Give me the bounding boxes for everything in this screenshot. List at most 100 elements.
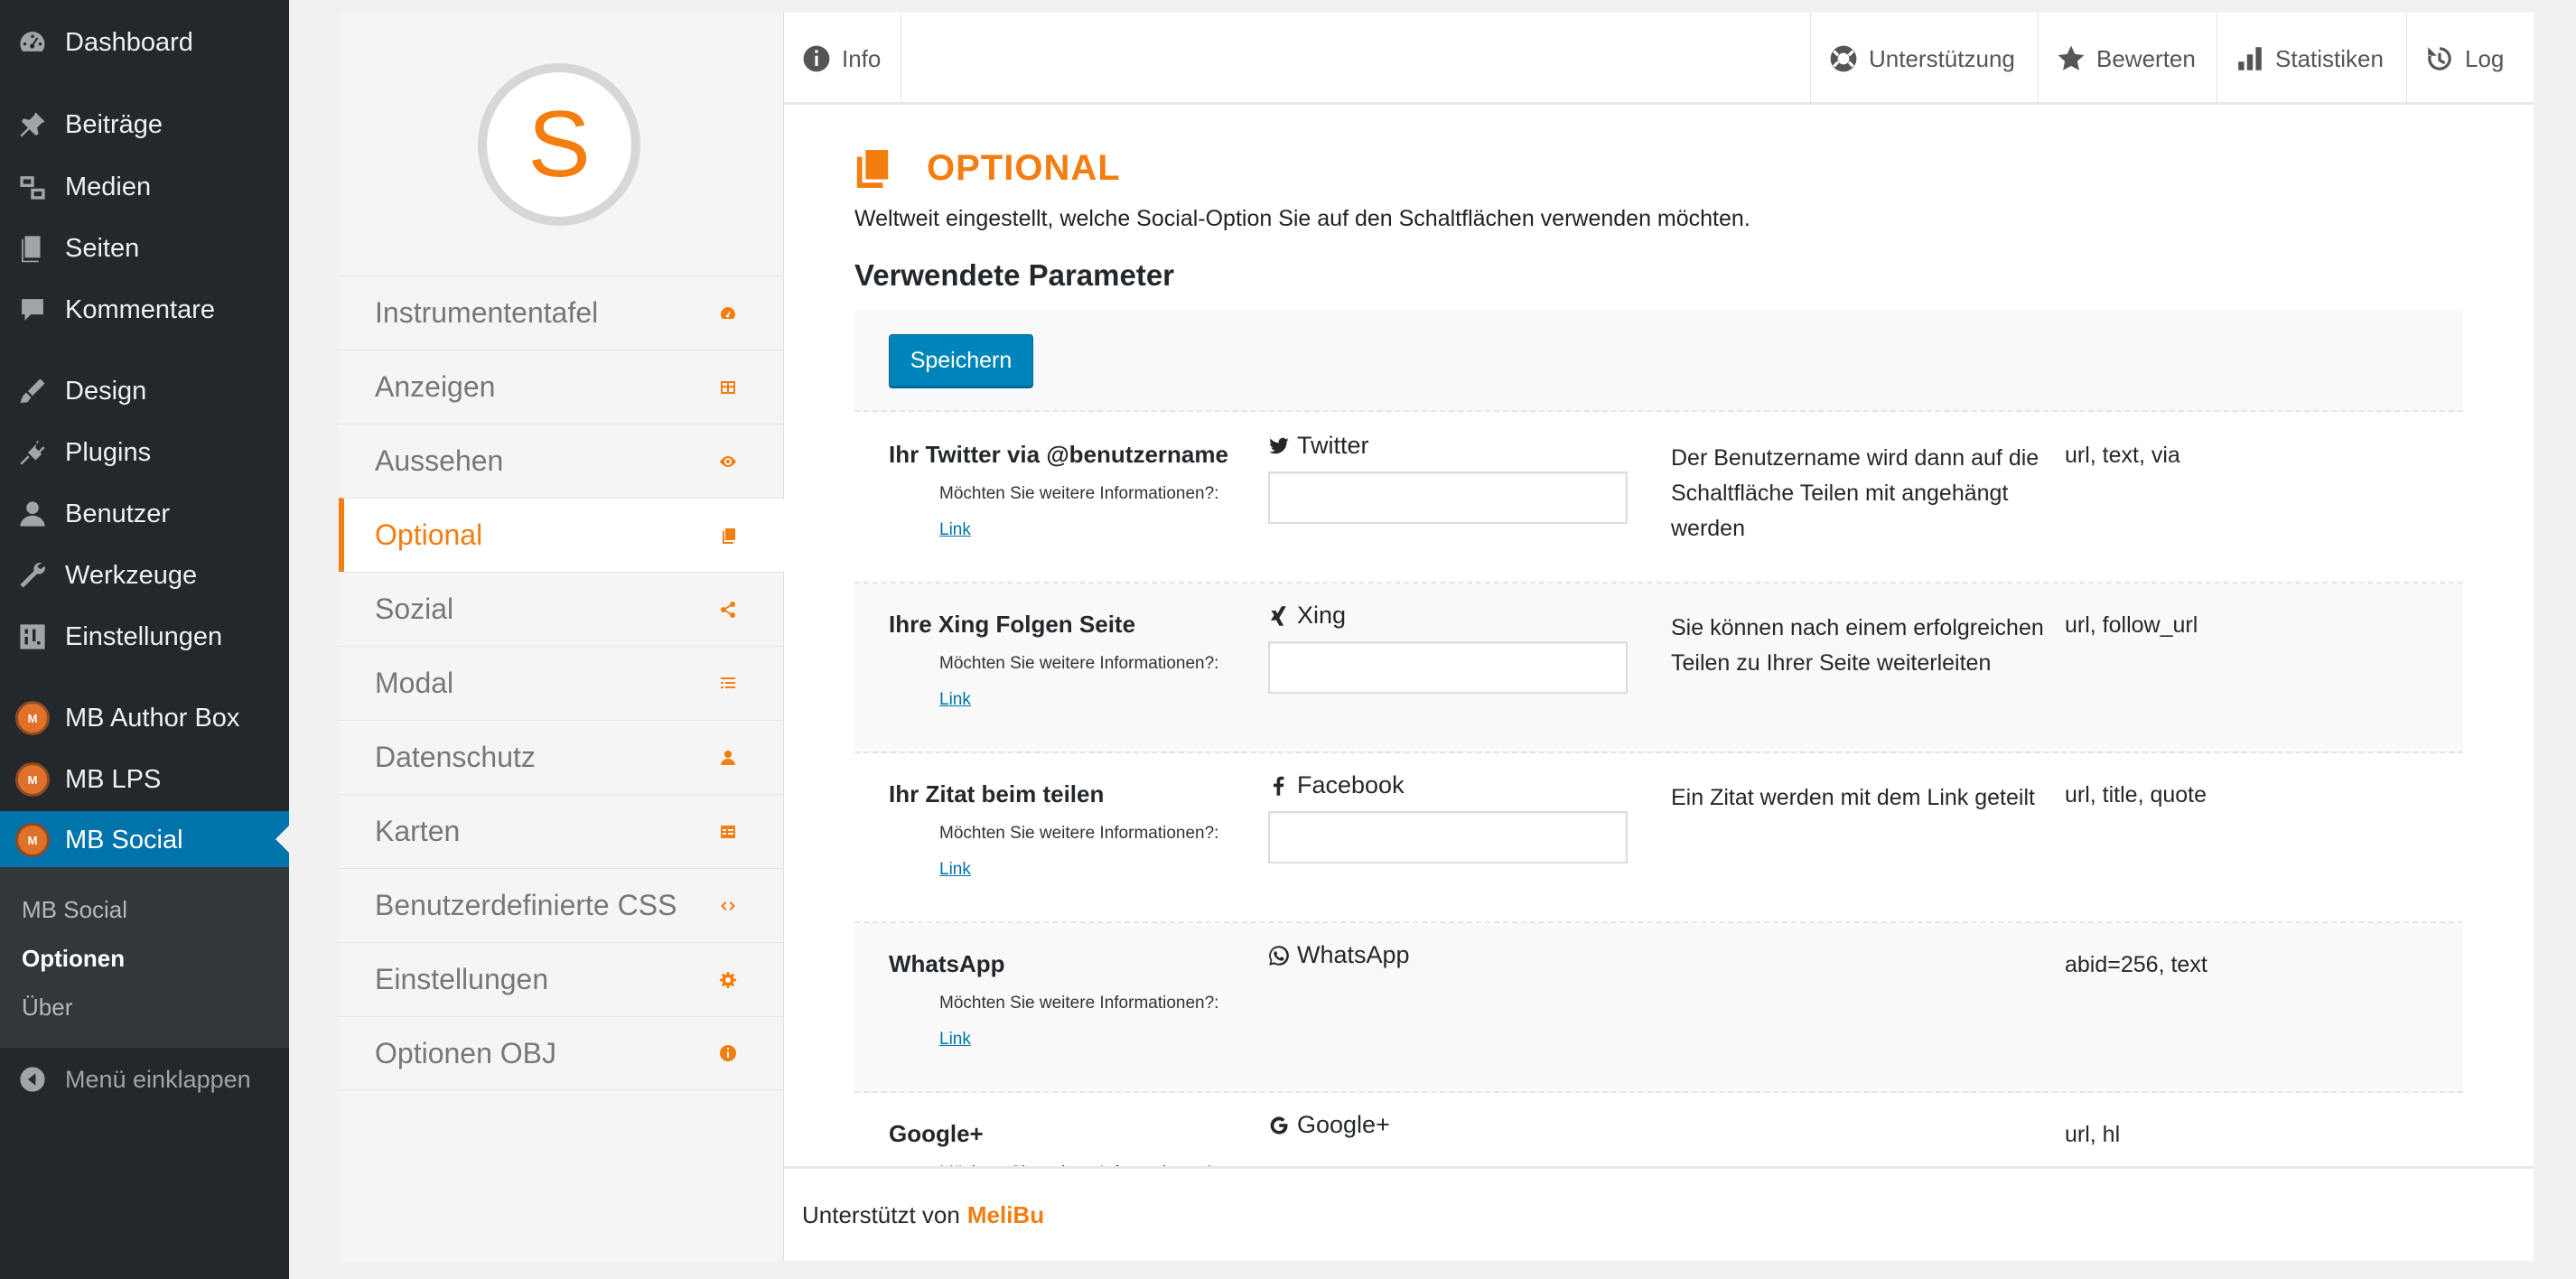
admin-menu-settings[interactable]: Einstellungen bbox=[0, 609, 289, 665]
network-label: Facebook bbox=[1268, 771, 1405, 799]
plugin-nav-label: Benutzerdefinierte CSS bbox=[375, 889, 677, 921]
bar-chart-icon bbox=[2238, 47, 2262, 70]
whatsapp-icon bbox=[1269, 945, 1289, 966]
param-row-twitter: Ihr Twitter via @benutzername Möchten Si… bbox=[854, 414, 2463, 583]
admin-menu-label: MB Social bbox=[65, 825, 183, 854]
submenu-mb-social[interactable]: MB Social bbox=[22, 896, 127, 924]
admin-menu-plugins[interactable]: Plugins bbox=[0, 425, 289, 481]
more-info-link[interactable]: Link bbox=[939, 1030, 971, 1050]
network-label: Xing bbox=[1268, 602, 1346, 630]
user-icon bbox=[721, 750, 735, 765]
network-label: Google+ bbox=[1268, 1111, 1390, 1139]
network-label: Twitter bbox=[1268, 432, 1369, 460]
admin-menu-label: Einstellungen bbox=[65, 621, 223, 651]
admin-menu-mb-lps[interactable]: M MB LPS bbox=[0, 752, 289, 808]
plugin-nav-datenschutz[interactable]: Datenschutz bbox=[339, 720, 784, 794]
admin-menu-design[interactable]: Design bbox=[0, 363, 289, 419]
plugin-nav-aussehen[interactable]: Aussehen bbox=[339, 424, 784, 498]
info-icon bbox=[720, 1045, 736, 1061]
param-list: abid=256, text bbox=[2065, 952, 2207, 977]
plugin-nav-optional[interactable]: Optional bbox=[339, 498, 785, 572]
collapse-menu-button[interactable]: Menü einklappen bbox=[0, 1051, 289, 1107]
plugin-sidebar: S Instrumententafel Anzeigen Aussehen Op… bbox=[339, 13, 785, 1261]
facebook-quote-input[interactable] bbox=[1268, 811, 1628, 864]
more-info-link[interactable]: Link bbox=[939, 860, 971, 880]
plugin-nav-sozial[interactable]: Sozial bbox=[339, 572, 784, 646]
admin-menu-dashboard[interactable]: Dashboard bbox=[0, 14, 289, 70]
main-content: OPTIONAL Weltweit eingestellt, welche So… bbox=[784, 105, 2534, 1180]
plugin-nav-label: Sozial bbox=[375, 593, 454, 625]
tab-info[interactable]: Info bbox=[784, 13, 902, 105]
param-list: url, follow_url bbox=[2065, 612, 2198, 638]
submenu-ueber[interactable]: Über bbox=[22, 994, 72, 1022]
admin-menu-media[interactable]: Medien bbox=[0, 159, 289, 215]
admin-menu-tools[interactable]: Werkzeuge bbox=[0, 547, 289, 603]
network-name: WhatsApp bbox=[1297, 941, 1410, 968]
pages-icon bbox=[15, 231, 50, 266]
plugin-nav-label: Datenschutz bbox=[375, 741, 536, 773]
history-icon bbox=[2428, 47, 2451, 70]
plugin-nav-anzeigen[interactable]: Anzeigen bbox=[339, 350, 784, 424]
plugin-nav-karten[interactable]: Karten bbox=[339, 794, 784, 868]
table-icon bbox=[721, 380, 735, 394]
network-name: Twitter bbox=[1297, 432, 1369, 459]
submenu-optionen[interactable]: Optionen bbox=[22, 945, 125, 973]
admin-menu-label: Werkzeuge bbox=[65, 560, 198, 590]
admin-menu-users[interactable]: Benutzer bbox=[0, 486, 289, 542]
footer-brand-link[interactable]: MeliBu bbox=[967, 1201, 1044, 1229]
admin-menu-label: Medien bbox=[65, 172, 152, 201]
param-label: Ihr Twitter via @benutzername bbox=[889, 441, 1228, 468]
twitter-username-input[interactable] bbox=[1268, 471, 1628, 524]
user-icon bbox=[15, 497, 50, 531]
more-info-link[interactable]: Link bbox=[939, 690, 971, 710]
current-indicator bbox=[275, 826, 289, 853]
admin-menu-label: Beiträge bbox=[65, 109, 163, 139]
card-table-icon bbox=[721, 825, 735, 838]
plugin-nav-modal[interactable]: Modal bbox=[339, 646, 784, 720]
media-icon bbox=[15, 170, 50, 204]
plugin-nav-label: Instrumententafel bbox=[375, 296, 599, 329]
param-description: Der Benutzername wird dann auf die Schal… bbox=[1671, 445, 2039, 541]
param-list: url, text, via bbox=[2065, 443, 2180, 468]
tab-support[interactable]: Unterstützung bbox=[1810, 13, 2038, 105]
xing-follow-url-input[interactable] bbox=[1268, 641, 1628, 694]
plugin-nav-einstellungen[interactable]: Einstellungen bbox=[339, 942, 784, 1016]
settings-icon bbox=[15, 620, 50, 654]
param-row-whatsapp: WhatsApp Möchten Sie weitere Information… bbox=[854, 923, 2463, 1093]
more-info-text: Möchten Sie weitere Informationen?: bbox=[939, 994, 1219, 1013]
dashboard-icon bbox=[721, 306, 735, 319]
network-label: WhatsApp bbox=[1268, 941, 1410, 969]
plugin-nav-label: Aussehen bbox=[375, 444, 504, 477]
plugin-nav-instrumententafel[interactable]: Instrumententafel bbox=[339, 275, 784, 350]
admin-menu-mb-social[interactable]: M MB Social bbox=[0, 811, 289, 869]
admin-menu-mb-author-box[interactable]: M MB Author Box bbox=[0, 690, 289, 746]
tab-label: Unterstützung bbox=[1869, 44, 2015, 72]
more-info-text: Möchten Sie weitere Informationen?: bbox=[939, 484, 1219, 503]
more-info-text: Möchten Sie weitere Informationen?: bbox=[939, 654, 1219, 673]
star-icon bbox=[2058, 45, 2085, 70]
plugin-nav-custom-css[interactable]: Benutzerdefinierte CSS bbox=[339, 868, 784, 942]
param-label: Google+ bbox=[889, 1120, 984, 1147]
plugin-logo: S bbox=[478, 63, 640, 226]
admin-menu-posts[interactable]: Beiträge bbox=[0, 97, 289, 153]
pin-icon bbox=[15, 107, 50, 142]
save-button[interactable]: Speichern bbox=[889, 334, 1033, 387]
tab-log[interactable]: Log bbox=[2406, 13, 2534, 105]
admin-menu-comments[interactable]: Kommentare bbox=[0, 282, 289, 338]
admin-menu-label: MB Author Box bbox=[65, 703, 240, 733]
admin-menu-pages[interactable]: Seiten bbox=[0, 220, 289, 276]
plugin-nav-optionen-obj[interactable]: Optionen OBJ bbox=[339, 1016, 784, 1090]
admin-menu-label: Design bbox=[65, 376, 147, 406]
admin-submenu: MB Social Optionen Über bbox=[0, 867, 289, 1048]
plugin-nav-label: Karten bbox=[375, 815, 461, 847]
plugin-nav-label: Optional bbox=[375, 518, 483, 551]
tab-rate[interactable]: Bewerten bbox=[2038, 13, 2217, 105]
mb-logo-icon: M bbox=[15, 823, 50, 857]
tab-stats[interactable]: Statistiken bbox=[2217, 13, 2406, 105]
plugin-icon bbox=[15, 435, 50, 470]
more-info-link[interactable]: Link bbox=[939, 520, 971, 540]
xing-icon bbox=[1271, 605, 1286, 626]
dashboard-icon bbox=[15, 25, 50, 60]
param-label: Ihr Zitat beim teilen bbox=[889, 780, 1105, 808]
collapse-icon bbox=[15, 1062, 50, 1097]
